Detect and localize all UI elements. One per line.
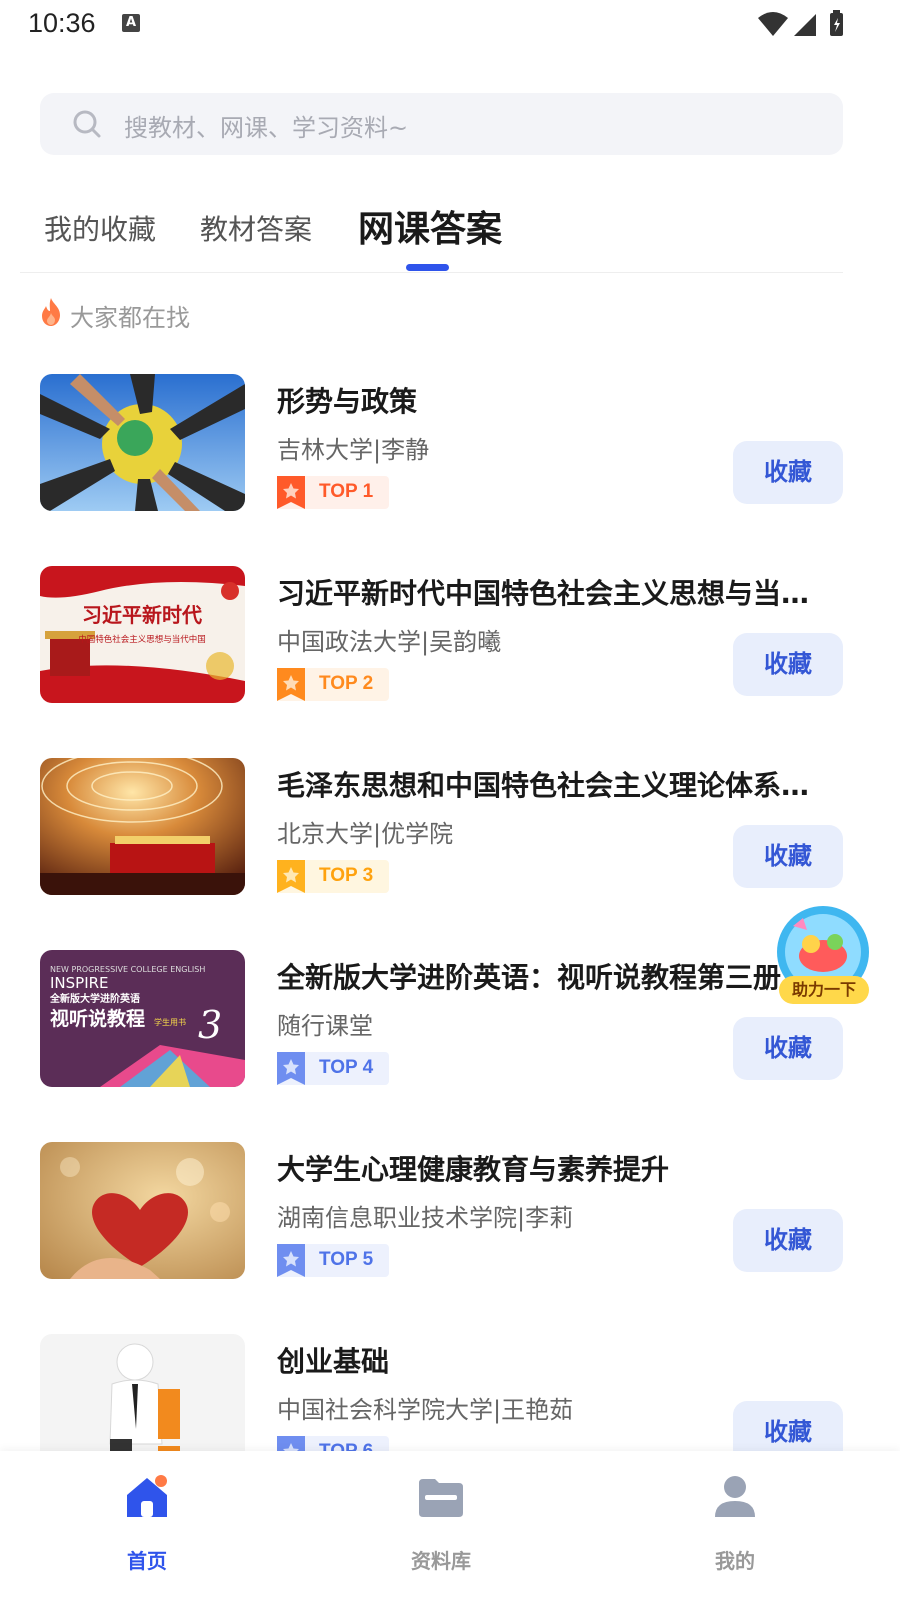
course-title: 形势与政策 bbox=[277, 385, 418, 418]
notification-icon: A bbox=[122, 14, 140, 32]
rank-label: TOP 4 bbox=[319, 1057, 374, 1078]
status-time: 10:36 bbox=[28, 8, 96, 38]
nav-library[interactable]: 资料库 bbox=[381, 1473, 501, 1583]
nav-home[interactable]: 首页 bbox=[87, 1473, 207, 1583]
course-subtitle: 湖南信息职业技术学院|李莉 bbox=[277, 1204, 574, 1232]
list-item[interactable]: 毛泽东思想和中国特色社会主义理论体系概论 北京大学|优学院 TOP 3 收藏 bbox=[0, 736, 900, 928]
ribbon-star-icon bbox=[277, 476, 305, 509]
rank-badge: TOP 1 bbox=[277, 476, 389, 509]
search-input[interactable]: 搜教材、网课、学习资料~ bbox=[40, 93, 843, 155]
rank-label: TOP 3 bbox=[319, 865, 374, 886]
helper-label: 助力一下 bbox=[779, 976, 869, 1004]
course-thumbnail: 习近平新时代 中国特色社会主义思想与当代中国 bbox=[40, 566, 245, 703]
bottom-nav: 首页 资料库 我的 bbox=[0, 1451, 900, 1600]
rank-badge: TOP 3 bbox=[277, 860, 389, 893]
nav-me[interactable]: 我的 bbox=[675, 1473, 795, 1583]
thumb-tag: 学生用书 bbox=[154, 1017, 186, 1027]
course-thumbnail: NEW PROGRESSIVE COLLEGE ENGLISH INSPIRE … bbox=[40, 950, 245, 1087]
course-thumbnail bbox=[40, 758, 245, 895]
user-icon bbox=[715, 1476, 755, 1517]
helper-bubble-icon bbox=[777, 906, 869, 998]
signal-icon bbox=[794, 14, 816, 36]
thumb-volume-number: 3 bbox=[198, 1003, 222, 1047]
tab-online-course-answers[interactable]: 网课答案 bbox=[358, 200, 502, 252]
thumb-subtitle-text: 中国特色社会主义思想与当代中国 bbox=[78, 634, 206, 645]
tab-bar: 我的收藏 教材答案 网课答案 bbox=[0, 200, 900, 275]
folder-icon bbox=[419, 1479, 463, 1517]
wifi-icon bbox=[758, 12, 788, 36]
fire-icon bbox=[42, 298, 60, 326]
status-bar: 10:36 A bbox=[0, 0, 900, 52]
app-screen: 10:36 A 搜教材、网课、学习资料~ 我的收藏 教材答案 网课答案 大家都在… bbox=[0, 0, 900, 1600]
tab-active-indicator bbox=[406, 264, 449, 271]
search-icon bbox=[73, 110, 101, 138]
favorite-button[interactable]: 收藏 bbox=[733, 825, 843, 888]
list-item[interactable]: 大学生心理健康教育与素养提升 湖南信息职业技术学院|李莉 TOP 5 收藏 bbox=[0, 1120, 900, 1312]
course-thumbnail bbox=[40, 374, 245, 511]
favorite-button[interactable]: 收藏 bbox=[733, 441, 843, 504]
list-item[interactable]: NEW PROGRESSIVE COLLEGE ENGLISH INSPIRE … bbox=[0, 928, 900, 1120]
nav-label: 我的 bbox=[715, 1549, 755, 1573]
ribbon-star-icon bbox=[277, 1052, 305, 1085]
thumb-cn-title: 视听说教程 bbox=[50, 1007, 145, 1030]
home-icon bbox=[127, 1475, 167, 1517]
search-placeholder: 搜教材、网课、学习资料~ bbox=[124, 114, 409, 142]
nav-label: 首页 bbox=[127, 1549, 167, 1573]
favorite-button[interactable]: 收藏 bbox=[733, 633, 843, 696]
favorite-button[interactable]: 收藏 bbox=[733, 1017, 843, 1080]
thumb-inspire-text: INSPIRE bbox=[50, 974, 109, 992]
thumb-cn-subtitle: 全新版大学进阶英语 bbox=[49, 992, 140, 1005]
divider bbox=[20, 272, 843, 273]
status-icons bbox=[758, 10, 843, 36]
course-title: 习近平新时代中国特色社会主义思想与当代中国 bbox=[277, 577, 822, 610]
tab-textbook-answers[interactable]: 教材答案 bbox=[200, 208, 312, 248]
rank-label: TOP 1 bbox=[319, 481, 374, 502]
nav-label: 资料库 bbox=[411, 1549, 471, 1573]
rank-label: TOP 2 bbox=[319, 673, 374, 694]
course-subtitle: 吉林大学|李静 bbox=[277, 436, 430, 464]
ribbon-star-icon bbox=[277, 1244, 305, 1277]
course-title: 毛泽东思想和中国特色社会主义理论体系概论 bbox=[277, 769, 822, 802]
course-title: 大学生心理健康教育与素养提升 bbox=[277, 1153, 670, 1186]
floating-helper-button[interactable]: 助力一下 bbox=[773, 906, 873, 1006]
course-title: 创业基础 bbox=[277, 1345, 390, 1378]
ribbon-star-icon bbox=[277, 860, 305, 893]
favorite-button[interactable]: 收藏 bbox=[733, 1209, 843, 1272]
course-thumbnail bbox=[40, 1142, 245, 1279]
thumb-title-text: 习近平新时代 bbox=[82, 603, 202, 627]
thumb-series-text: NEW PROGRESSIVE COLLEGE ENGLISH bbox=[50, 965, 205, 974]
rank-badge: TOP 5 bbox=[277, 1244, 389, 1277]
course-subtitle: 中国社会科学院大学|王艳茹 bbox=[277, 1396, 574, 1424]
rank-badge: TOP 2 bbox=[277, 668, 389, 701]
course-title: 全新版大学进阶英语：视听说教程第三册 bbox=[277, 961, 782, 994]
tab-my-favorites[interactable]: 我的收藏 bbox=[44, 208, 156, 248]
list-item[interactable]: 习近平新时代 中国特色社会主义思想与当代中国 习近平新时代中国特色社会主义思想与… bbox=[0, 544, 900, 736]
course-subtitle: 北京大学|优学院 bbox=[277, 820, 454, 848]
rank-label: TOP 5 bbox=[319, 1249, 374, 1270]
course-subtitle: 随行课堂 bbox=[277, 1012, 373, 1040]
section-title: 大家都在找 bbox=[70, 304, 190, 332]
course-subtitle: 中国政法大学|吴韵曦 bbox=[277, 628, 502, 656]
list-item[interactable]: 形势与政策 吉林大学|李静 TOP 1 收藏 bbox=[0, 352, 900, 544]
rank-badge: TOP 4 bbox=[277, 1052, 389, 1085]
ribbon-star-icon bbox=[277, 668, 305, 701]
